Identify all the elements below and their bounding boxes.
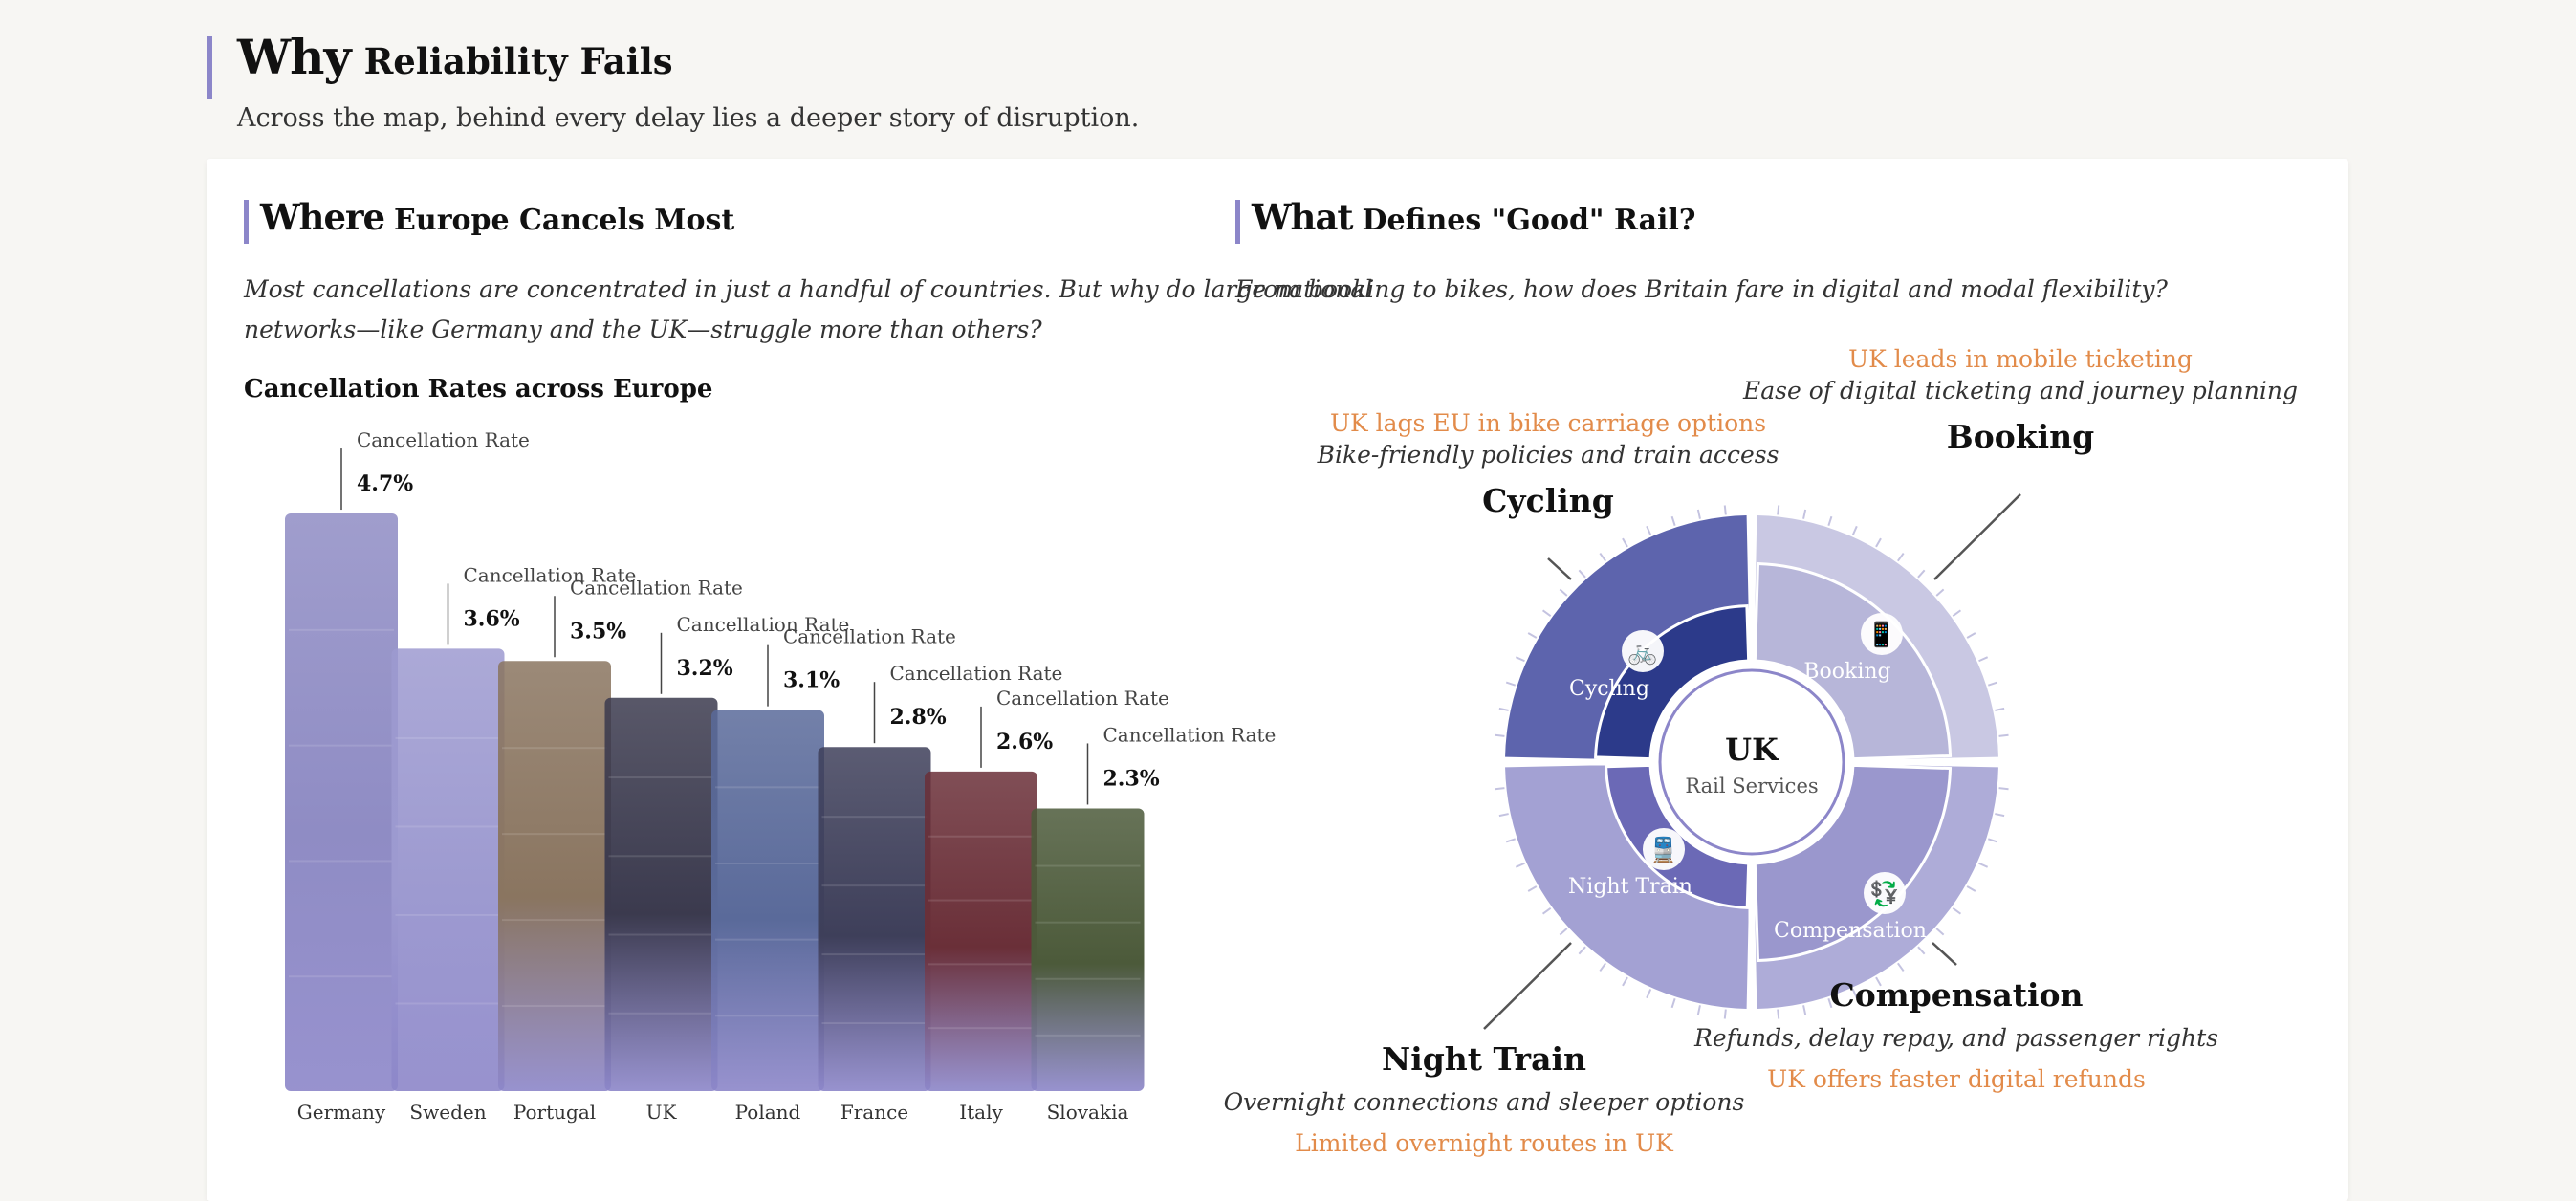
compensation-heading: Compensation [1829,976,2084,1014]
radial-tick [1978,656,1989,663]
radial-tick [1515,656,1525,663]
radial-tick [1952,609,1962,617]
annotation-connector [1483,942,1572,1030]
radial-tick [1897,962,1905,972]
radial-tick [1505,838,1517,843]
radial-tick [1998,733,2009,737]
radial-tick [1505,681,1517,687]
radial-tick [1696,1005,1701,1015]
radial-tick [1646,525,1652,535]
radial-tick [1917,946,1926,955]
booking-heading: Booking [1946,418,2095,455]
night-train-note: Limited overnight routes in UK [1295,1129,1673,1157]
refund-ticket-icon: 💱 [1869,880,1899,908]
radial-tick [1875,537,1882,548]
night-train-description: Overnight connections and sleeper option… [1223,1088,1745,1116]
radial-tick [1802,1005,1807,1015]
segment-inner-label: Cycling [1569,677,1649,701]
radial-tick [1495,733,1505,737]
train-icon: 🚆 [1648,836,1678,863]
radial-tick [1578,569,1586,579]
radial-tick [1966,632,1976,639]
radial-tick [1498,707,1509,711]
radial-tick [1599,962,1606,972]
radial-tick [1559,928,1568,936]
annotation-connector [1933,493,2021,580]
radial-tick [1696,509,1701,519]
radial-tick [1527,632,1538,639]
radial-tick [1515,862,1525,868]
radial-tick [1987,838,1998,843]
bicycle-icon: 🚲 [1627,638,1657,666]
night-train-heading: Night Train [1382,1040,1586,1078]
booking-description: Ease of digital ticketing and journey pl… [1743,377,2298,404]
radial-tick [1802,509,1807,519]
cycling-description: Bike-friendly policies and train access [1317,441,1779,469]
radial-tick [1995,813,2005,818]
radial-tick [1646,989,1652,999]
radial-tick [1966,885,1976,892]
segment-inner-label: Booking [1803,660,1890,684]
booking-note: UK leads in mobile ticketing [1848,345,2193,373]
radial-tick [1578,946,1586,955]
cycling-note: UK lags EU in bike carriage options [1329,409,1767,437]
annotation-connector [1547,557,1572,580]
segment-inner-label: Night Train [1568,875,1692,899]
radial-tick [1495,787,1505,791]
center-title: UK [1725,732,1779,768]
radial-tick [1599,552,1606,562]
radial-tick [1917,569,1926,579]
mobile-phone-icon: 📱 [1867,621,1896,648]
center-subtitle: Rail Services [1685,775,1818,797]
cycling-heading: Cycling [1482,482,1614,519]
radial-tick [1995,707,2005,711]
radial-tick [1541,609,1552,617]
annotation-connector [1932,942,1957,966]
radial-tick [1952,907,1962,915]
radial-tick [1622,537,1628,548]
radial-tick [1777,505,1780,515]
radial-tick [1723,505,1727,515]
radial-tick [1498,813,1509,818]
radial-tick [1777,1009,1780,1019]
radial-tick [1935,928,1945,936]
radial-tick [1559,588,1568,597]
radial-tick [1935,588,1945,597]
radial-tick [1527,885,1538,892]
segment-inner-label: Compensation [1774,919,1927,943]
radial-tick [1978,862,1989,868]
radial-tick [1670,515,1676,527]
compensation-description: Refunds, delay repay, and passenger righ… [1694,1024,2218,1052]
radial-tick [1827,515,1833,527]
rail-services-radial-chart: UK Rail Services 📱 Booking 💱 Compensation 🚆 Nig… [1483,493,2021,1030]
radial-tick [1670,997,1676,1009]
radial-tick [1723,1009,1727,1019]
compensation-note: UK offers faster digital refunds [1767,1065,2146,1093]
radial-tick [1987,681,1998,687]
radial-tick [1897,552,1905,562]
radial-tick [1998,787,2009,791]
radial-tick [1851,525,1858,535]
radial-tick [1541,907,1552,915]
radial-tick [1622,976,1628,987]
